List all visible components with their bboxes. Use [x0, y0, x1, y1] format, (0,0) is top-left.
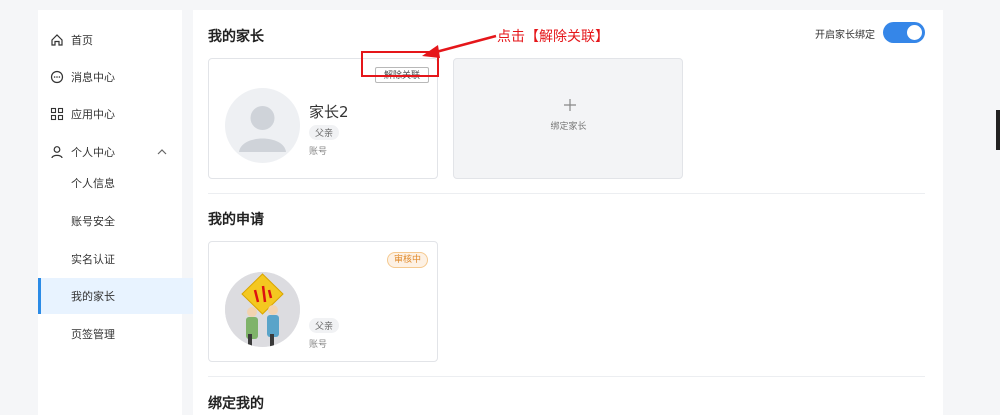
sidebar-item-label: 消息中心 [71, 71, 115, 84]
account-label: 账号 [309, 340, 328, 350]
account-label: 账号 [309, 147, 328, 157]
sidebar-item-label: 应用中心 [71, 108, 115, 121]
sidebar-subitem-real-name[interactable]: 实名认证 [38, 241, 215, 277]
request-card: 父亲 账号 审核中 [208, 241, 438, 362]
sidebar-item-home[interactable]: 首页 [38, 22, 182, 58]
default-avatar-icon [239, 106, 286, 152]
section-title-bound-me: 绑定我的 [208, 396, 264, 412]
grid-icon [50, 107, 64, 121]
annotation-text: 点击【解除关联】 [497, 29, 609, 45]
chevron-up-icon[interactable] [156, 146, 168, 158]
sidebar-subitem-my-parents[interactable]: 我的家长 [38, 278, 212, 314]
toggle-label: 开启家长绑定 [815, 30, 875, 41]
role-tag: 父亲 [309, 125, 340, 140]
sidebar-item-label: 个人中心 [71, 146, 115, 159]
sidebar: 首页 消息中心 应用中心 个人中心 个人信息 账号安全 实名认证 我的家长 页签… [38, 10, 212, 415]
sidebar-subitem-personal-info[interactable]: 个人信息 [38, 165, 215, 201]
plus-icon [564, 99, 576, 111]
sidebar-item-label: 页签管理 [71, 328, 115, 341]
parent-name: 家长2 [309, 103, 349, 121]
sidebar-item-messages[interactable]: 消息中心 [38, 59, 182, 95]
sidebar-item-apps[interactable]: 应用中心 [38, 96, 182, 132]
request-avatar [225, 272, 300, 347]
divider [208, 193, 925, 194]
sidebar-subitem-tab-management[interactable]: 页签管理 [38, 316, 215, 352]
divider [208, 376, 925, 377]
bind-parent-label: 绑定家长 [550, 122, 587, 132]
scrollbar-thumb[interactable] [996, 110, 1000, 150]
section-title-my-parents: 我的家长 [208, 29, 264, 45]
avatar [225, 88, 300, 163]
message-icon [50, 70, 64, 84]
status-badge: 审核中 [387, 252, 429, 268]
sidebar-item-label: 我的家长 [71, 290, 115, 303]
bind-parent-card[interactable]: 绑定家长 [453, 58, 683, 179]
sidebar-item-label: 账号安全 [71, 215, 115, 228]
sidebar-subitem-account-security[interactable]: 账号安全 [38, 203, 215, 239]
sidebar-item-label: 首页 [71, 34, 93, 47]
sidebar-item-label: 个人信息 [71, 177, 115, 190]
toggle-knob [907, 25, 922, 40]
annotation-arrow-icon [422, 34, 497, 58]
section-title-my-requests: 我的申请 [208, 212, 264, 228]
main-panel: 我的家长 家长2 父亲 账号 解除关联 绑定家长 我的申请 父亲 账号 审核中 … [193, 10, 943, 415]
user-icon [51, 146, 63, 159]
role-tag: 父亲 [309, 318, 340, 333]
home-icon [51, 34, 63, 46]
cartoon-avatar-icon [225, 272, 300, 347]
parent-binding-toggle[interactable] [883, 22, 925, 43]
sidebar-item-label: 实名认证 [71, 253, 115, 266]
